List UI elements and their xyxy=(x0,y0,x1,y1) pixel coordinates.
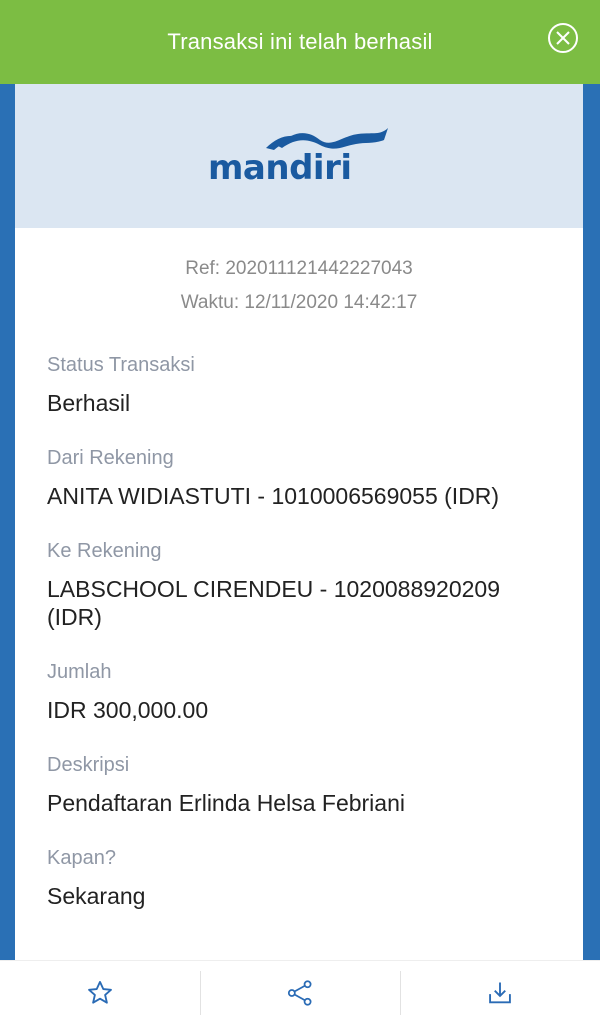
field-label: Kapan? xyxy=(47,847,116,869)
field-value: ANITA WIDIASTUTI - 1010006569055 (IDR) xyxy=(47,483,500,509)
share-icon xyxy=(287,979,312,1006)
field-destination-account: Ke Rekening LABSCHOOL CIRENDEU - 1020088… xyxy=(47,540,551,631)
field-source-account: Dari Rekening ANITA WIDIASTUTI - 1010006… xyxy=(47,447,551,510)
logo-header: mandiri xyxy=(15,84,583,228)
field-value: IDR 300,000.00 xyxy=(47,697,209,723)
field-value: Berhasil xyxy=(47,390,131,416)
star-icon xyxy=(88,980,112,1004)
success-message: Transaksi ini telah berhasil xyxy=(167,29,433,54)
field-amount: Jumlah IDR 300,000.00 xyxy=(47,661,551,724)
success-banner: Transaksi ini telah berhasil xyxy=(0,0,600,84)
field-label: Ke Rekening xyxy=(47,540,162,562)
share-button[interactable] xyxy=(200,961,400,1024)
transaction-meta: Ref: 202011121442227043 Waktu: 12/11/202… xyxy=(15,252,583,320)
field-label: Deskripsi xyxy=(47,754,130,776)
transaction-details: Status Transaksi Berhasil Dari Rekening … xyxy=(15,354,583,910)
bank-logo: mandiri xyxy=(208,126,390,188)
close-button[interactable] xyxy=(548,23,578,53)
transaction-ref: Ref: 202011121442227043 xyxy=(185,258,413,279)
field-label: Jumlah xyxy=(47,661,112,683)
field-status: Status Transaksi Berhasil xyxy=(47,354,551,417)
bank-logo-text: mandiri xyxy=(208,148,352,188)
field-value: Sekarang xyxy=(47,883,146,909)
field-label: Status Transaksi xyxy=(47,354,195,376)
receipt-card: mandiri Ref: 202011121442227043 Waktu: 1… xyxy=(15,84,583,960)
favorite-button[interactable] xyxy=(0,961,200,1024)
field-label: Dari Rekening xyxy=(47,447,174,469)
field-schedule: Kapan? Sekarang xyxy=(47,847,551,910)
download-icon xyxy=(489,982,511,1003)
bottom-action-bar xyxy=(0,960,600,1024)
transaction-time: Waktu: 12/11/2020 14:42:17 xyxy=(180,292,418,313)
close-circle-icon xyxy=(556,31,570,45)
field-value: Pendaftaran Erlinda Helsa Febriani xyxy=(47,790,405,816)
field-value: LABSCHOOL CIRENDEU - 1020088920209 (IDR) xyxy=(47,576,500,630)
download-button[interactable] xyxy=(400,961,600,1024)
field-description: Deskripsi Pendaftaran Erlinda Helsa Febr… xyxy=(47,754,551,817)
